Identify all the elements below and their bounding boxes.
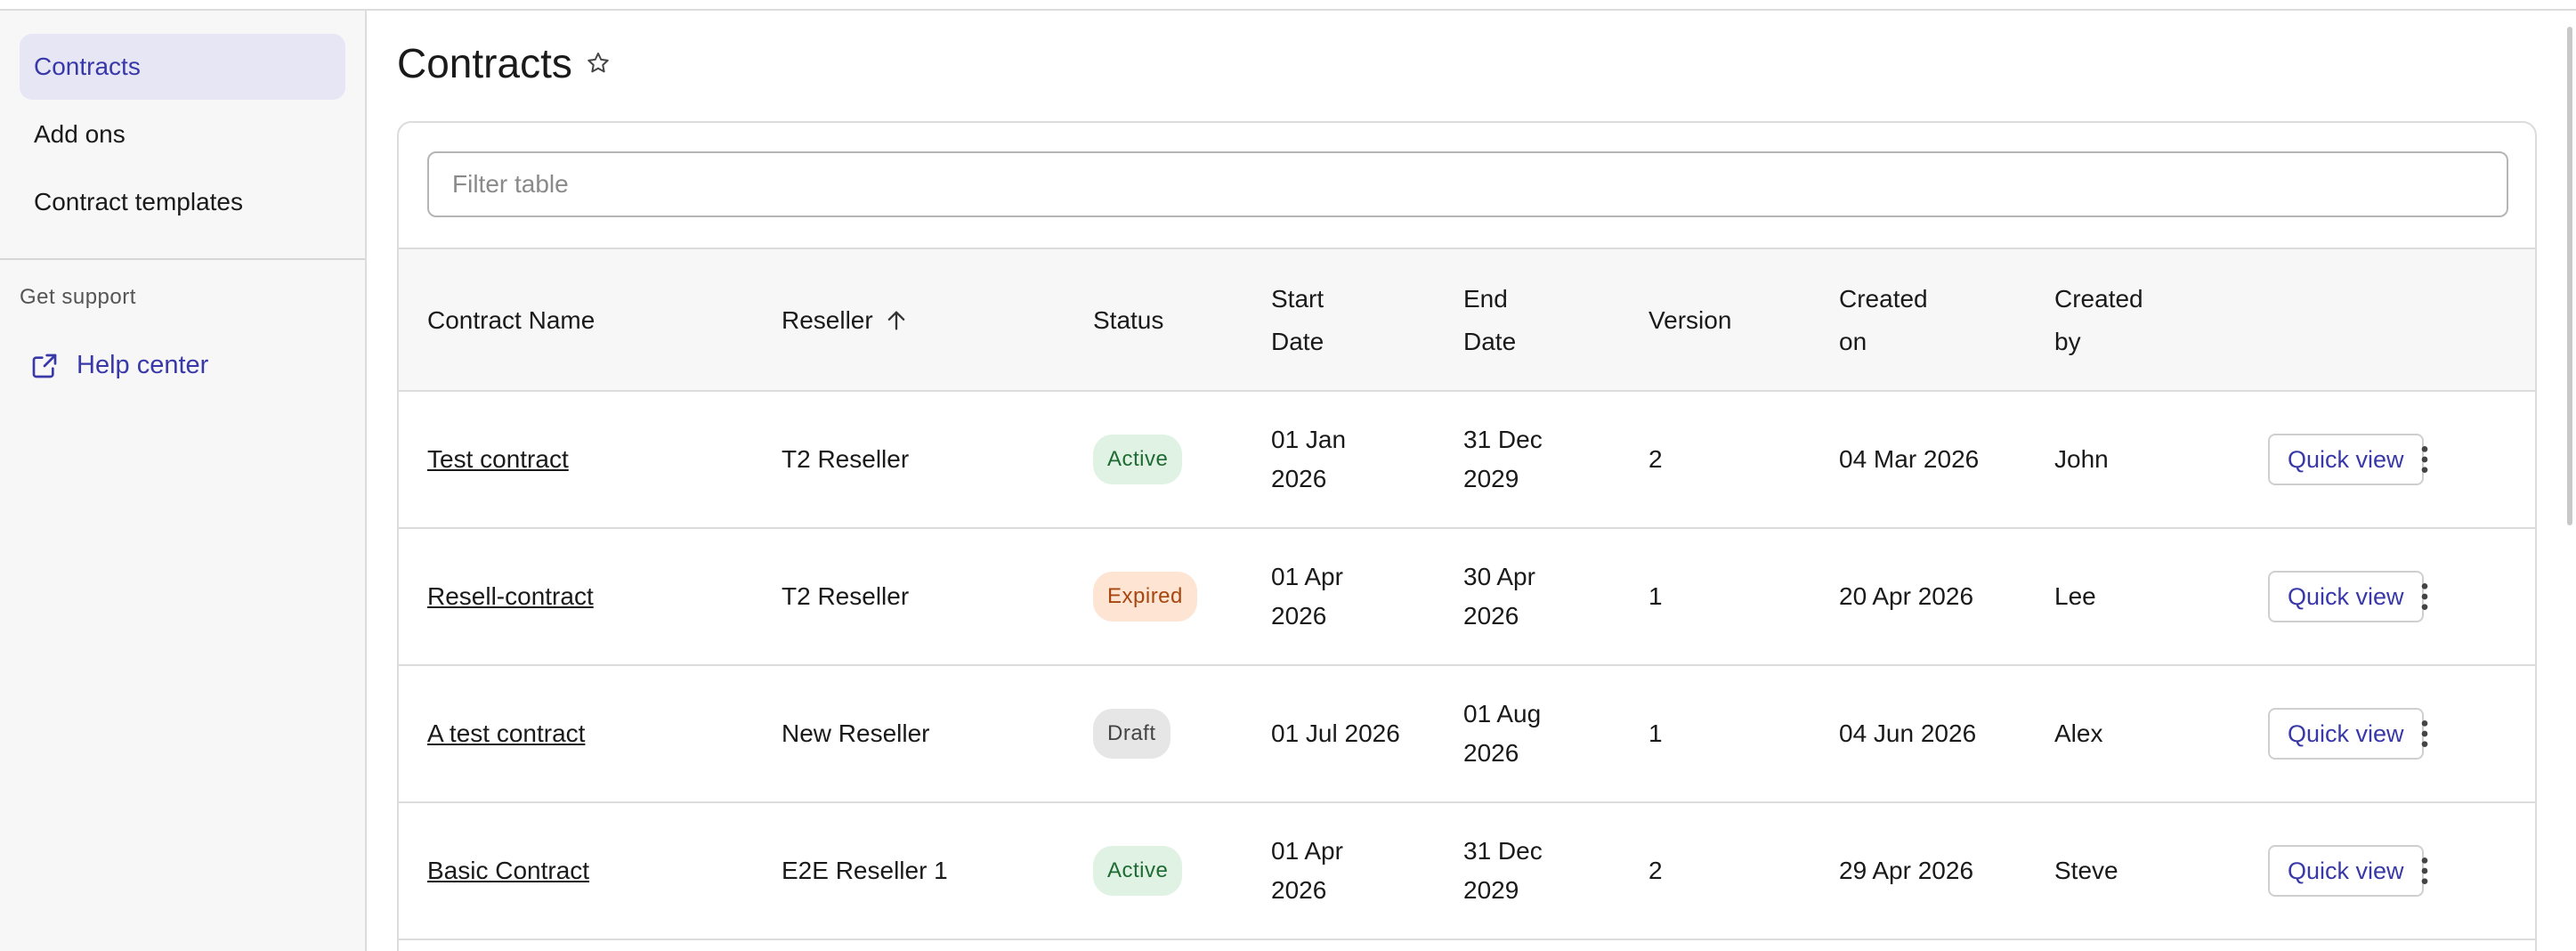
- reseller-cell: New Reseller: [782, 719, 930, 747]
- start-date-cell: 01 Apr 2026: [1271, 837, 1343, 904]
- sidebar-item-add-ons[interactable]: Add ons: [20, 102, 345, 167]
- contract-name-link[interactable]: A test contract: [427, 714, 585, 753]
- kebab-menu-icon[interactable]: [2407, 579, 2442, 614]
- end-date-cell: 31 Dec 2029: [1463, 837, 1543, 904]
- table-row: Basic Contract E2E Reseller 1 Active 01 …: [399, 803, 2535, 940]
- created-by-cell: Lee: [2054, 582, 2096, 610]
- start-date-cell: 01 Apr 2026: [1271, 563, 1343, 630]
- sidebar-item-contracts[interactable]: Contracts: [20, 34, 345, 100]
- page-title-text: Contracts: [397, 40, 572, 86]
- page-scrollbar[interactable]: [2567, 27, 2572, 525]
- kebab-menu-icon[interactable]: [2407, 442, 2442, 477]
- sidebar-item-contract-templates[interactable]: Contract templates: [20, 169, 345, 235]
- status-badge: Active: [1093, 846, 1183, 896]
- header-created-on: Created on: [1839, 285, 1928, 355]
- created-by-cell: Alex: [2054, 719, 2103, 747]
- sidebar: Contracts Add ons Contract templates Get…: [0, 11, 367, 951]
- created-by-cell: John: [2054, 445, 2109, 473]
- table-row: Resell-contract T2 Reseller Expired 01 A…: [399, 529, 2535, 666]
- sidebar-item-label: Contract templates: [34, 188, 243, 215]
- top-border: [0, 0, 2576, 11]
- quick-view-button[interactable]: Quick view: [2268, 845, 2424, 897]
- star-icon[interactable]: [585, 50, 612, 77]
- header-created-by: Created by: [2054, 285, 2143, 355]
- header-version: Version: [1648, 306, 1732, 334]
- support-heading: Get support: [20, 285, 136, 309]
- created-on-cell: 29 Apr 2026: [1839, 857, 1974, 884]
- kebab-menu-icon[interactable]: [2407, 716, 2442, 752]
- quick-view-button[interactable]: Quick view: [2268, 708, 2424, 760]
- status-badge: Active: [1093, 435, 1183, 484]
- header-contract-name: Contract Name: [427, 306, 595, 334]
- arrow-up-icon[interactable]: [884, 308, 909, 333]
- status-badge: Draft: [1093, 709, 1171, 759]
- created-by-cell: Steve: [2054, 857, 2118, 884]
- table-row: A test contract New Reseller Draft 01 Ju…: [399, 666, 2535, 803]
- filter-container: [427, 151, 2508, 217]
- sidebar-divider: [0, 258, 365, 260]
- app-window: Contracts Add ons Contract templates Get…: [0, 0, 2576, 951]
- start-date-cell: 01 Jan 2026: [1271, 426, 1347, 492]
- quick-view-button[interactable]: Quick view: [2268, 571, 2424, 622]
- filter-table-input[interactable]: [427, 151, 2508, 217]
- version-cell: 1: [1648, 719, 1663, 747]
- created-on-cell: 20 Apr 2026: [1839, 582, 1974, 610]
- version-cell: 2: [1648, 445, 1663, 473]
- header-status: Status: [1093, 306, 1164, 334]
- contract-name-link[interactable]: Resell-contract: [427, 577, 594, 616]
- header-end-date: End Date: [1463, 285, 1517, 355]
- start-date-cell: 01 Jul 2026: [1271, 719, 1400, 747]
- created-on-cell: 04 Jun 2026: [1839, 719, 1977, 747]
- version-cell: 1: [1648, 582, 1663, 610]
- version-cell: 2: [1648, 857, 1663, 884]
- sidebar-item-label: Contracts: [34, 53, 141, 80]
- reseller-cell: T2 Reseller: [782, 445, 910, 473]
- header-start-date: Start Date: [1271, 285, 1324, 355]
- end-date-cell: 31 Dec 2029: [1463, 426, 1543, 492]
- end-date-cell: 01 Aug 2026: [1463, 700, 1542, 767]
- table-header: Contract Name Reseller Status Start Date …: [399, 248, 2535, 392]
- reseller-cell: E2E Reseller 1: [782, 857, 948, 884]
- contracts-table-card: Contract Name Reseller Status StartDate …: [397, 121, 2537, 951]
- help-center-link[interactable]: Help center: [30, 351, 208, 380]
- kebab-menu-icon[interactable]: [2407, 853, 2442, 889]
- page-title: Contracts: [397, 39, 612, 87]
- quick-view-button[interactable]: Quick view: [2268, 434, 2424, 485]
- contract-name-link[interactable]: Basic Contract: [427, 851, 589, 890]
- contract-name-link[interactable]: Test contract: [427, 440, 569, 479]
- header-reseller[interactable]: Reseller: [782, 249, 909, 392]
- created-on-cell: 04 Mar 2026: [1839, 445, 1980, 473]
- table-row: Test contract T2 Reseller Active 01 Jan 2…: [399, 392, 2535, 529]
- help-center-label: Help center: [77, 351, 209, 379]
- end-date-cell: 30 Apr 2026: [1463, 563, 1535, 630]
- reseller-cell: T2 Reseller: [782, 582, 910, 610]
- sidebar-item-label: Add ons: [34, 120, 126, 148]
- external-link-icon: [32, 354, 57, 378]
- status-badge: Expired: [1093, 572, 1197, 622]
